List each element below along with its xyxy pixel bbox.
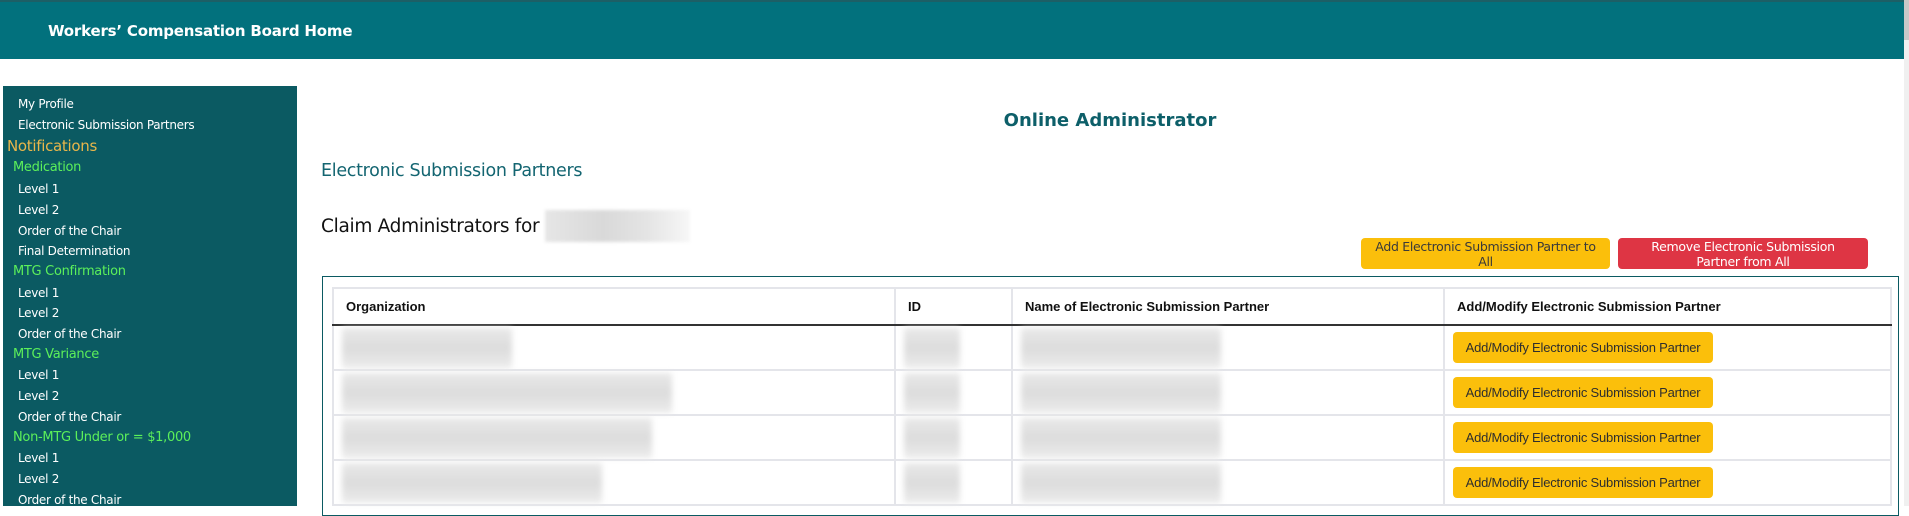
page-title: Online Administrator: [1003, 110, 1217, 131]
sidebar-item-mtg-variance-level-2[interactable]: Level 2: [3, 386, 297, 407]
column-header-add-modify: Add/Modify Electronic Submission Partner: [1443, 287, 1892, 326]
partner-name-cell: [1011, 369, 1445, 416]
add-modify-partner-button[interactable]: Add/Modify Electronic Submission Partner: [1453, 377, 1713, 408]
partner-name-cell: [1011, 324, 1445, 371]
sidebar-item-non-mtg-order-of-chair[interactable]: Order of the Chair: [3, 490, 297, 506]
sidebar-item-mtg-confirmation-level-2[interactable]: Level 2: [3, 303, 297, 324]
claim-administrators-table: Organization ID Name of Electronic Submi…: [332, 287, 1892, 506]
add-partner-to-all-button[interactable]: Add Electronic Submission Partner to All: [1361, 238, 1610, 269]
sidebar-item-mtg-variance-level-1[interactable]: Level 1: [3, 365, 297, 386]
add-modify-partner-button[interactable]: Add/Modify Electronic Submission Partner: [1453, 332, 1713, 363]
redacted-organization: [342, 372, 672, 413]
sidebar-item-medication-final-determination[interactable]: Final Determination: [3, 241, 297, 262]
column-header-organization: Organization: [332, 287, 896, 326]
redacted-id: [904, 327, 960, 368]
action-cell: Add/Modify Electronic Submission Partner: [1443, 369, 1892, 416]
redacted-organization-name: [545, 210, 691, 242]
id-cell: [894, 324, 1013, 371]
table-row: Add/Modify Electronic Submission Partner: [332, 459, 1892, 506]
sidebar-group-non-mtg-under-1000[interactable]: Non-MTG Under or = $1,000: [3, 428, 297, 449]
sidebar-item-medication-level-2[interactable]: Level 2: [3, 200, 297, 221]
action-cell: Add/Modify Electronic Submission Partner: [1443, 324, 1892, 371]
sidebar-group-medication[interactable]: Medication: [3, 158, 297, 179]
sidebar-item-non-mtg-level-1[interactable]: Level 1: [3, 448, 297, 469]
redacted-id: [904, 372, 960, 413]
table-row: Add/Modify Electronic Submission Partner: [332, 324, 1892, 371]
redacted-partner-name: [1021, 462, 1221, 503]
column-header-id: ID: [894, 287, 1013, 326]
sidebar-item-electronic-submission-partners[interactable]: Electronic Submission Partners: [3, 115, 297, 136]
add-modify-partner-button[interactable]: Add/Modify Electronic Submission Partner: [1453, 422, 1713, 453]
sidebar-item-my-profile[interactable]: My Profile: [3, 94, 297, 115]
redacted-organization: [342, 327, 512, 368]
partner-name-cell: [1011, 414, 1445, 461]
partner-name-cell: [1011, 459, 1445, 506]
action-cell: Add/Modify Electronic Submission Partner: [1443, 459, 1892, 506]
claim-administrators-heading: Claim Administrators for: [321, 210, 691, 242]
home-link[interactable]: Workers’ Compensation Board Home: [48, 22, 352, 40]
redacted-id: [904, 417, 960, 458]
redacted-partner-name: [1021, 372, 1221, 413]
sidebar-item-mtg-variance-order-of-chair[interactable]: Order of the Chair: [3, 407, 297, 428]
sidebar-section-notifications: Notifications: [7, 137, 97, 156]
action-cell: Add/Modify Electronic Submission Partner: [1443, 414, 1892, 461]
section-title: Electronic Submission Partners: [321, 161, 583, 181]
redacted-organization: [342, 462, 602, 503]
redacted-organization: [342, 417, 652, 458]
page-scrollbar-thumb[interactable]: [1904, 0, 1909, 40]
sidebar-item-non-mtg-level-2[interactable]: Level 2: [3, 469, 297, 490]
sidebar-group-mtg-variance[interactable]: MTG Variance: [3, 345, 297, 366]
remove-partner-from-all-button[interactable]: Remove Electronic Submission Partner fro…: [1618, 238, 1868, 269]
column-header-partner-name: Name of Electronic Submission Partner: [1011, 287, 1445, 326]
organization-cell: [332, 414, 896, 461]
sidebar-group-mtg-confirmation[interactable]: MTG Confirmation: [3, 262, 297, 283]
claim-heading-label: Claim Administrators for: [321, 215, 540, 237]
top-navbar: Workers’ Compensation Board Home: [0, 0, 1905, 59]
sidebar-item-mtg-confirmation-level-1[interactable]: Level 1: [3, 283, 297, 304]
id-cell: [894, 459, 1013, 506]
id-cell: [894, 369, 1013, 416]
table-row: Add/Modify Electronic Submission Partner: [332, 414, 1892, 461]
organization-cell: [332, 369, 896, 416]
redacted-partner-name: [1021, 327, 1221, 368]
add-modify-partner-button[interactable]: Add/Modify Electronic Submission Partner: [1453, 467, 1713, 498]
table-header-row: Organization ID Name of Electronic Submi…: [332, 287, 1892, 326]
table-row: Add/Modify Electronic Submission Partner: [332, 369, 1892, 416]
sidebar-item-medication-order-of-chair[interactable]: Order of the Chair: [3, 221, 297, 242]
organization-cell: [332, 459, 896, 506]
sidebar-item-mtg-confirmation-order-of-chair[interactable]: Order of the Chair: [3, 324, 297, 345]
id-cell: [894, 414, 1013, 461]
sidebar: My Profile Electronic Submission Partner…: [3, 86, 297, 506]
organization-cell: [332, 324, 896, 371]
sidebar-item-medication-level-1[interactable]: Level 1: [3, 179, 297, 200]
page-scrollbar[interactable]: [1904, 0, 1909, 506]
redacted-partner-name: [1021, 417, 1221, 458]
claim-administrators-table-container: Organization ID Name of Electronic Submi…: [322, 276, 1899, 516]
redacted-id: [904, 462, 960, 503]
